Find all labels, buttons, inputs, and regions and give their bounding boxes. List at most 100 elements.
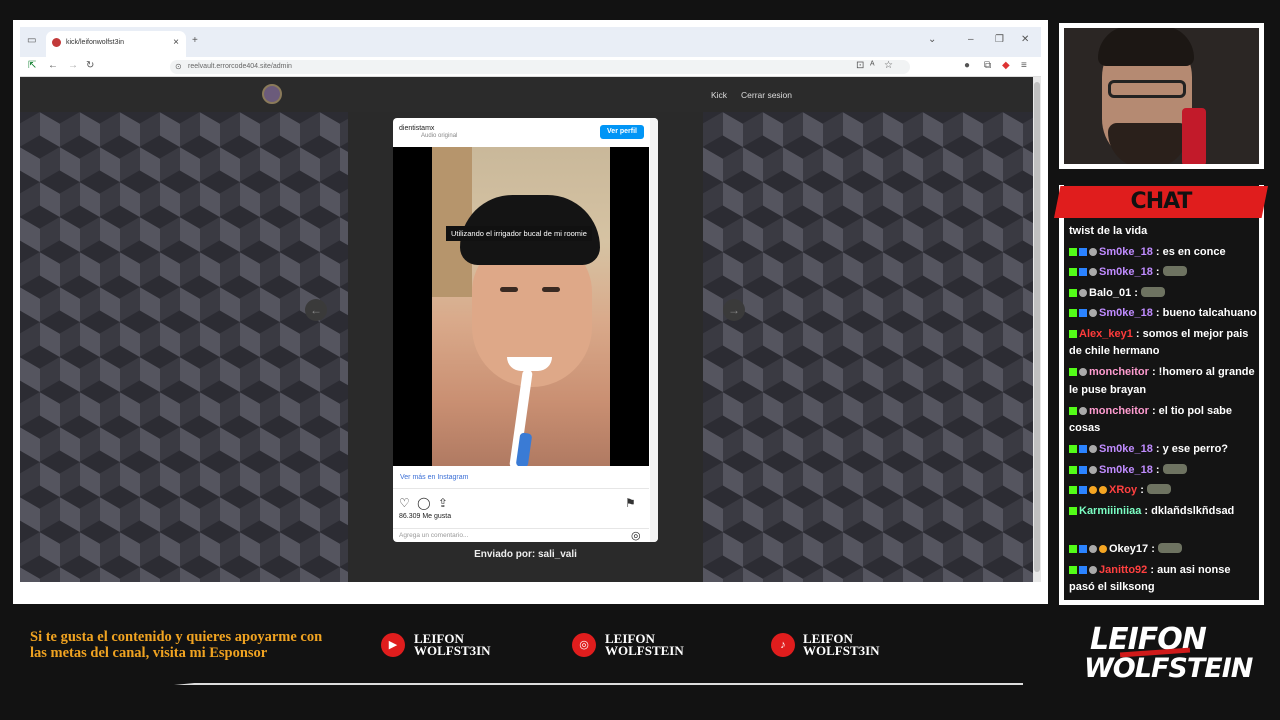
- chat-text: :: [1151, 543, 1158, 555]
- minimize-icon[interactable]: –: [968, 34, 974, 45]
- youtube-handle-line2: WOLFST3IN: [414, 643, 491, 658]
- comment-input[interactable]: Agrega un comentario...: [399, 532, 468, 539]
- chat-emote: [1146, 484, 1171, 494]
- chat-text: : bueno talcahuano: [1155, 307, 1257, 319]
- comment-icon[interactable]: ◯: [417, 496, 430, 510]
- bookmark-star-icon[interactable]: ☆: [884, 60, 893, 71]
- next-arrow-icon[interactable]: →: [723, 299, 745, 321]
- verified-badge-icon: [1079, 565, 1087, 574]
- url-bar[interactable]: ⊙ reelvault.errorcode404.site/admin: [170, 60, 910, 74]
- chat-username[interactable]: Sm0ke_18: [1099, 307, 1156, 319]
- gift-badge-icon: [1099, 486, 1107, 494]
- close-tab-icon[interactable]: ×: [173, 37, 179, 48]
- heart-icon[interactable]: ♡: [399, 496, 410, 510]
- chat-text: :: [1134, 286, 1141, 299]
- sub-badge-icon: [1089, 268, 1097, 276]
- sponsor-promo-text: Si te gusta el contenido y quieres apoya…: [30, 629, 323, 661]
- page-scroll-thumb[interactable]: [1034, 82, 1040, 572]
- browser-menu-icon[interactable]: ≡: [1021, 60, 1027, 71]
- chat-message: Janitto92 : aun asi nonse pasó el silkso…: [1069, 562, 1259, 597]
- tiktok-handle: LEIFON WOLFST3IN: [803, 632, 880, 658]
- chat-username[interactable]: Janitto92: [1099, 564, 1150, 576]
- chat-message: Sm0ke_18 : y ese perro?: [1069, 441, 1259, 459]
- save-icon[interactable]: ⚑: [625, 496, 636, 510]
- prev-arrow-icon[interactable]: ←: [305, 299, 327, 321]
- video-caption: Utilizando el irrigador bucal de mi room…: [446, 226, 592, 241]
- chat-username[interactable]: moncheitor: [1089, 366, 1152, 378]
- shield-extension-icon[interactable]: ◆: [1002, 60, 1010, 71]
- tab-list-icon[interactable]: ⌄: [928, 34, 936, 45]
- back-icon[interactable]: ←: [48, 60, 58, 71]
- chat-message: Alex_key1 : somos el mejor pais de chile…: [1069, 326, 1259, 361]
- chat-username[interactable]: Sm0ke_18: [1099, 246, 1156, 258]
- tiktok-handle-line2: WOLFST3IN: [803, 643, 880, 658]
- chat-username[interactable]: Sm0ke_18: [1099, 266, 1156, 278]
- restore-icon[interactable]: ❐: [995, 34, 1004, 45]
- instagram-icon[interactable]: ◎: [631, 529, 641, 542]
- instagram-logo-icon: ◎: [572, 633, 596, 657]
- chat-username[interactable]: Sm0ke_18: [1099, 443, 1156, 455]
- view-profile-button[interactable]: Ver perfil: [600, 125, 644, 139]
- chat-text: : dklañdslkñdsad: [1144, 504, 1235, 517]
- reel-video[interactable]: Utilizando el irrigador bucal de mi room…: [393, 147, 649, 466]
- chat-message: twist de la vida: [1069, 223, 1259, 241]
- sub-badge-icon: [1079, 368, 1087, 376]
- chat-username[interactable]: Alex_key1: [1079, 328, 1136, 340]
- new-tab-icon[interactable]: +: [192, 35, 198, 46]
- verified-badge-icon: [1079, 309, 1087, 317]
- forward-icon[interactable]: →: [68, 60, 78, 71]
- translate-icon[interactable]: ᴬ: [870, 60, 875, 71]
- see-more-link[interactable]: Ver más en Instagram: [400, 474, 468, 481]
- chat-emote: [1162, 266, 1187, 276]
- reload-icon[interactable]: ↻: [86, 60, 94, 71]
- browser-tab[interactable]: kick/leifonwolfst3in ×: [46, 31, 186, 57]
- tab-menu-icon[interactable]: ▭: [27, 35, 36, 46]
- chat-username[interactable]: Balo_01: [1089, 287, 1134, 299]
- chat-text: :: [1140, 484, 1147, 496]
- chat-message: moncheitor : el tio pol sabe cosas: [1069, 403, 1259, 438]
- video-frame: [432, 147, 610, 466]
- video-mouth: [507, 357, 552, 371]
- microphone: [1182, 108, 1206, 164]
- sub-badge-icon: [1089, 465, 1097, 474]
- chat-emote: [1140, 286, 1165, 297]
- share-icon[interactable]: ⇪: [438, 496, 448, 510]
- streamer-beard: [1108, 123, 1188, 164]
- site-info-icon[interactable]: ⊙: [175, 62, 182, 71]
- chat-username[interactable]: Karmiiiniiaa: [1079, 505, 1144, 517]
- chat-username[interactable]: XRoy: [1109, 484, 1140, 496]
- close-window-icon[interactable]: ✕: [1021, 34, 1029, 45]
- nav-logout-link[interactable]: Cerrar sesion: [741, 90, 792, 100]
- verified-badge-icon: [1079, 268, 1087, 276]
- kick-badge-icon: [1069, 247, 1077, 256]
- divider-line: [173, 683, 1023, 685]
- chat-message: Sm0ke_18 : bueno talcahuano: [1069, 305, 1259, 323]
- video-eye-right: [542, 287, 560, 292]
- chat-text: :: [1155, 463, 1163, 476]
- chat-message: Sm0ke_18 :: [1069, 264, 1259, 282]
- kick-badge-icon: [1069, 268, 1077, 276]
- install-icon[interactable]: ⊡: [856, 60, 864, 71]
- chat-text: : y ese perro?: [1155, 443, 1229, 455]
- chat-text: :: [1155, 266, 1163, 278]
- sub-badge-icon: [1079, 288, 1087, 297]
- account-icon[interactable]: ●: [964, 60, 970, 71]
- chat-username[interactable]: moncheitor: [1089, 405, 1152, 417]
- chat-emote: [1157, 543, 1182, 553]
- chat-username[interactable]: Sm0ke_18: [1099, 464, 1156, 476]
- address-toolbar: ⇱ ← → ↻ ⊙ reelvault.errorcode404.site/ad…: [20, 57, 1041, 77]
- extensions-puzzle-icon[interactable]: ⧉: [984, 60, 991, 71]
- kick-badge-icon: [1069, 486, 1077, 494]
- post-username[interactable]: dientistamx: [399, 125, 434, 132]
- chat-message: Sm0ke_18 : es en conce: [1069, 244, 1259, 262]
- site-logo[interactable]: [262, 84, 282, 104]
- chat-message: Okey17 :: [1069, 541, 1259, 559]
- chat-username[interactable]: Okey17: [1109, 543, 1151, 555]
- nav-kick-link[interactable]: Kick: [711, 90, 727, 100]
- extension-icon[interactable]: ⇱: [28, 60, 36, 71]
- action-row: ♡ ◯ ⇪ ⚑: [399, 496, 636, 510]
- kick-badge-icon: [1069, 288, 1077, 297]
- tab-bar: ▭ kick/leifonwolfst3in × + ⌄ – ❐ ✕: [20, 27, 1041, 57]
- post-audio[interactable]: Audio original: [421, 133, 457, 139]
- embed-scrollbar[interactable]: [650, 118, 658, 542]
